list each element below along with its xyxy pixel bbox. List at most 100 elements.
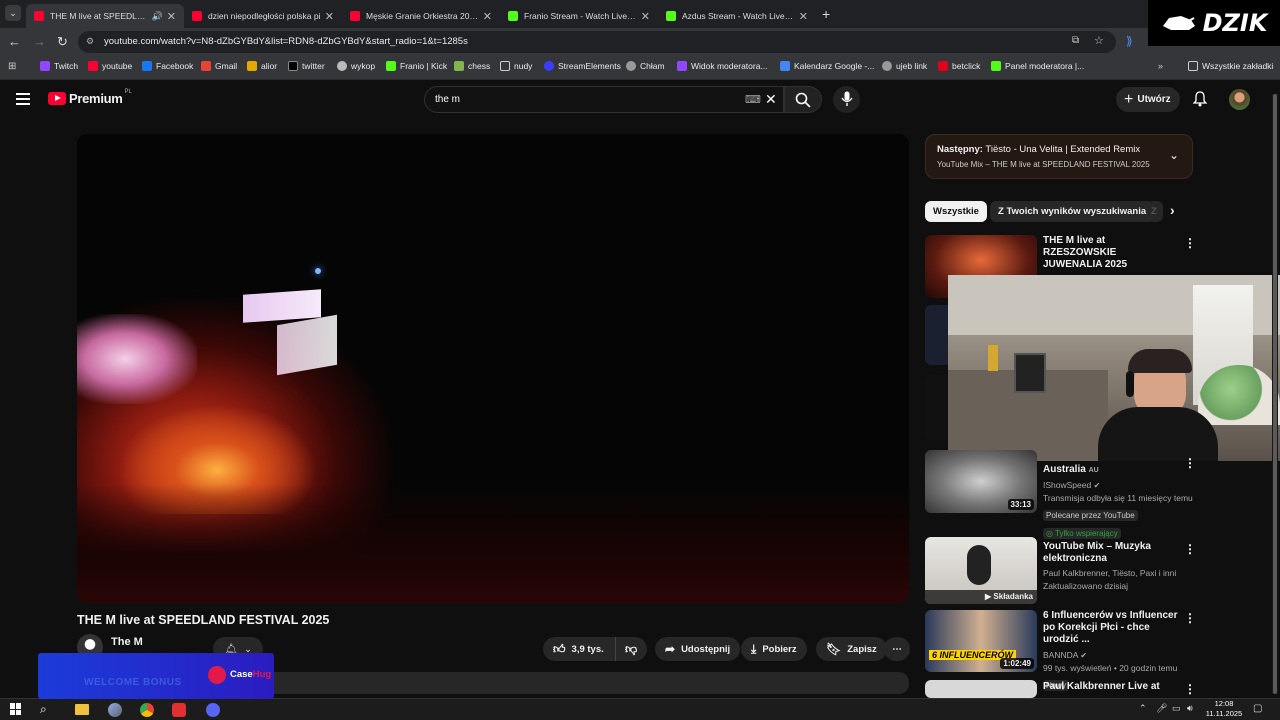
bookmark-item[interactable]: StreamElements — [544, 61, 621, 71]
tab-search-button[interactable]: ⌄ — [5, 5, 21, 21]
download-button[interactable]: ⤓ Pobierz — [741, 637, 807, 661]
speaker-icon[interactable]: 🔊 — [152, 11, 163, 22]
bookmark-item[interactable]: alior — [247, 61, 277, 71]
up-next-card[interactable]: Następny: Tiësto - Una Velita | Extended… — [925, 134, 1193, 179]
bookmark-item[interactable]: Chłam — [626, 61, 665, 71]
close-tab-icon[interactable]: ✕ — [483, 10, 492, 23]
bookmark-item[interactable]: betclick — [938, 61, 980, 71]
chip-from-search[interactable]: Z Twoich wyników wyszukiwania — [990, 201, 1155, 222]
bookmark-item[interactable]: chess — [454, 61, 490, 71]
chevron-down-icon[interactable]: ⌄ — [1169, 148, 1179, 162]
bookmark-item[interactable]: wykop — [337, 61, 375, 71]
steam-icon[interactable] — [108, 703, 122, 717]
clear-search-icon[interactable]: ✕ — [765, 91, 777, 108]
rec-thumbnail[interactable]: 6 INFLUENCERÓW 1:02:49 — [925, 610, 1037, 672]
tab-kick-azdus[interactable]: Azdus Stream - Watch Live on K ✕ — [658, 4, 816, 28]
rec-item-5[interactable]: Paul Kalkbrenner Live at — [1043, 681, 1160, 693]
twitch-icon — [40, 61, 50, 71]
bookmark-item[interactable]: Panel moderatora |... — [991, 61, 1084, 71]
youtube-app: Premium PL the m ⌨ ✕ + Utwórz THE M live… — [0, 80, 1280, 698]
bookmark-item[interactable]: Franio | Kick — [386, 61, 447, 71]
obs-icon[interactable] — [172, 703, 186, 717]
chrome-icon[interactable] — [140, 703, 154, 717]
youtube-premium-logo[interactable]: Premium PL — [48, 89, 132, 106]
bookmark-item[interactable]: Gmail — [201, 61, 237, 71]
bookmark-star-icon[interactable]: ☆ — [1094, 34, 1104, 47]
save-button[interactable]: 🔖︎ Zapisz — [816, 637, 887, 661]
close-tab-icon[interactable]: ✕ — [325, 10, 334, 23]
all-bookmarks-button[interactable]: Wszystkie zakładki — [1188, 61, 1273, 71]
rec-menu-icon[interactable]: ⋮ — [1184, 237, 1196, 249]
rec-item-2[interactable]: Australia AU IShowSpeed ✔ Transmisja odb… — [1043, 464, 1193, 541]
rec-thumbnail[interactable]: 33:13 — [925, 450, 1037, 513]
microphone-icon[interactable]: 🎤︎ — [1156, 703, 1167, 714]
rec-menu-icon[interactable]: ⋮ — [1184, 543, 1196, 555]
dislike-button[interactable]: 👎︎ — [615, 637, 647, 661]
rec-item-3[interactable]: YouTube Mix – Muzyka elektroniczna Paul … — [1043, 541, 1183, 593]
extension-icon[interactable]: ⟫ — [1126, 34, 1133, 48]
tab-youtube-speedland[interactable]: THE M live at SPEEDLAND F 🔊 ✕ — [26, 4, 184, 28]
rec-menu-icon[interactable]: ⋮ — [1184, 457, 1196, 469]
search-input[interactable]: the m ⌨ ✕ — [424, 86, 784, 113]
network-icon[interactable]: ▭ — [1172, 703, 1181, 714]
share-button[interactable]: ➦ Udostępnij — [655, 637, 741, 661]
chip-all[interactable]: Wszystkie — [925, 201, 987, 222]
more-actions-button[interactable]: ⋯ — [884, 637, 910, 661]
forward-icon[interactable]: → — [33, 34, 46, 49]
chip-partial[interactable]: Z — [1147, 201, 1163, 222]
dzik-logo-text: DZIK — [1202, 9, 1268, 37]
tray-chevron-icon[interactable]: ⌃ — [1139, 703, 1147, 714]
bookmark-item[interactable]: twitter — [288, 61, 325, 71]
tab-kick-franio[interactable]: Franio Stream - Watch Live on K ✕ — [500, 4, 658, 28]
apps-grid-icon[interactable]: ⊞ — [8, 61, 16, 72]
rec-menu-icon[interactable]: ⋮ — [1184, 612, 1196, 624]
bookmark-icon: 🔖︎ — [826, 642, 842, 656]
menu-hamburger-icon[interactable] — [16, 93, 30, 105]
clock[interactable]: 12:08 11.11.2025 — [1204, 699, 1244, 719]
bookmark-item[interactable]: youtube — [88, 61, 132, 71]
bookmark-item[interactable]: nudy — [500, 61, 532, 71]
bookmark-item[interactable]: Kalendarz Google -... — [780, 61, 874, 71]
youtube-favicon-icon — [192, 11, 202, 21]
notifications-icon[interactable]: ▢ — [1253, 703, 1262, 714]
chevron-right-icon[interactable]: › — [1170, 202, 1175, 218]
file-explorer-icon[interactable] — [75, 704, 89, 715]
volume-icon[interactable]: 🔊︎ — [1187, 703, 1193, 714]
address-bar[interactable]: ⚙ youtube.com/watch?v=N8-dZbGYBdY&list=R… — [78, 31, 1116, 53]
webcam-overlay — [948, 275, 1280, 461]
bookmark-item[interactable]: ujeb link — [882, 61, 927, 71]
search-button[interactable] — [784, 86, 822, 113]
channel-name[interactable]: The M — [111, 636, 143, 648]
thumbs-down-icon: 👎︎ — [625, 641, 638, 656]
search-icon[interactable]: ⌕ — [40, 702, 47, 717]
discord-icon[interactable] — [206, 703, 220, 717]
more-bookmarks-icon[interactable]: » — [1158, 61, 1163, 71]
back-icon[interactable]: ← — [8, 34, 21, 49]
voice-search-button[interactable] — [833, 86, 860, 113]
rec-thumbnail[interactable]: ▶ Składanka — [925, 537, 1037, 604]
bookmark-item[interactable]: Facebook — [142, 61, 193, 71]
install-app-icon[interactable]: ⧉ — [1072, 35, 1079, 46]
site-info-icon[interactable]: ⚙ — [86, 36, 94, 47]
close-tab-icon[interactable]: ✕ — [799, 10, 808, 23]
notifications-bell-icon[interactable] — [1193, 91, 1207, 107]
close-tab-icon[interactable]: ✕ — [641, 10, 650, 23]
verified-icon: ✔ — [1093, 481, 1101, 490]
video-player[interactable] — [77, 134, 909, 603]
bookmark-item[interactable]: Twitch — [40, 61, 78, 71]
tab-youtube-meskie[interactable]: Męskie Granie Orkiestra 2021 ( ✕ — [342, 4, 500, 28]
create-button[interactable]: + Utwórz — [1116, 87, 1180, 112]
like-button[interactable]: 👍︎ 3,9 tys. — [543, 637, 615, 661]
avatar[interactable] — [1229, 89, 1250, 110]
scrollbar[interactable] — [1272, 94, 1278, 694]
close-tab-icon[interactable]: ✕ — [167, 10, 176, 23]
start-windows-icon[interactable] — [10, 703, 22, 715]
globe-icon — [882, 61, 892, 71]
rec-thumbnail[interactable] — [925, 680, 1037, 698]
keyboard-icon[interactable]: ⌨ — [745, 93, 761, 106]
tab-youtube-dzien[interactable]: dzien niepodległości polska pi ✕ — [184, 4, 342, 28]
reload-icon[interactable]: ↻ — [57, 34, 68, 50]
rec-menu-icon[interactable]: ⋮ — [1184, 683, 1196, 695]
new-tab-icon[interactable]: + — [822, 6, 830, 22]
bookmark-item[interactable]: Widok moderatora... — [677, 61, 768, 71]
